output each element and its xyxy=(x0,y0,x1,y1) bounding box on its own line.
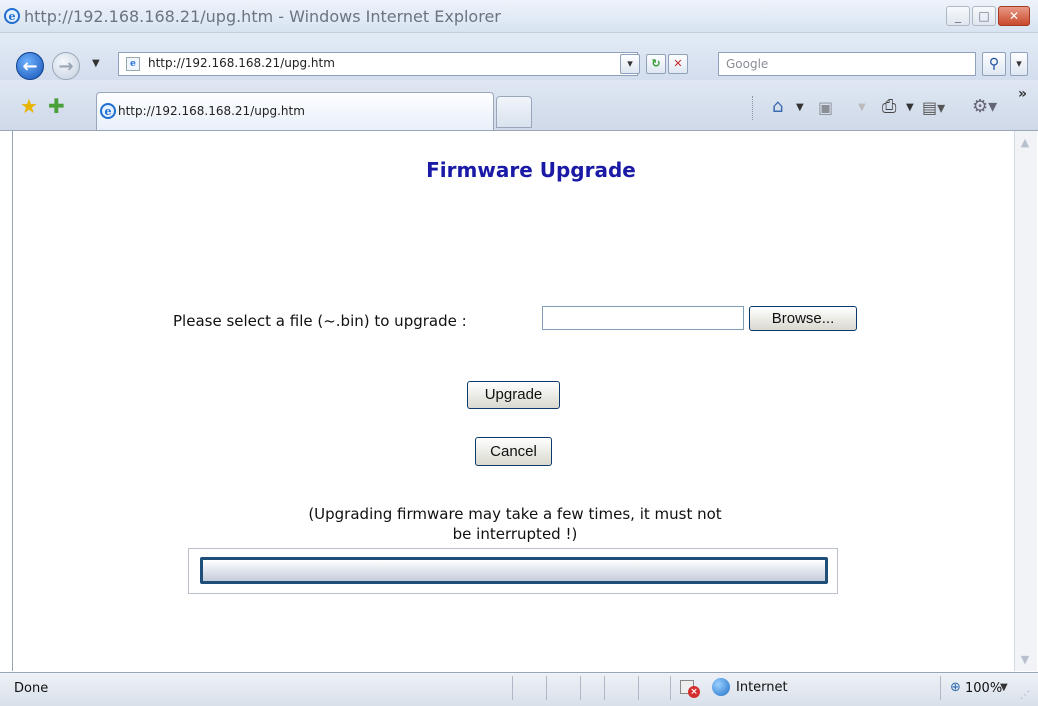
tab-title[interactable]: http://192.168.168.21/upg.htm xyxy=(118,104,305,118)
address-dropdown-icon[interactable]: ▾ xyxy=(620,54,640,74)
new-tab-button[interactable] xyxy=(496,96,532,128)
search-options-icon[interactable]: ▾ xyxy=(1010,52,1028,76)
feeds-dropdown-icon[interactable]: ▼ xyxy=(858,102,866,113)
cancel-button[interactable]: Cancel xyxy=(475,437,552,466)
stop-icon[interactable]: ✕ xyxy=(668,54,688,74)
scroll-down-icon[interactable]: ▼ xyxy=(1014,648,1036,672)
status-separator xyxy=(638,676,639,700)
forward-arrow-icon[interactable]: → xyxy=(52,52,80,80)
search-icon[interactable]: ⚲ xyxy=(982,52,1006,76)
zoom-magnifier-icon[interactable]: ⊕ xyxy=(950,680,961,695)
search-placeholder[interactable]: Google xyxy=(726,57,768,71)
upgrade-note: (Upgrading firmware may take a few times… xyxy=(250,504,780,544)
recent-pages-dropdown-icon[interactable]: ▼ xyxy=(92,58,100,69)
toolbar-separator xyxy=(752,96,754,120)
print-icon[interactable]: ⎙ xyxy=(882,96,896,117)
tab-favicon-icon: e xyxy=(100,103,116,119)
minimize-icon[interactable]: _ xyxy=(946,6,970,26)
status-text: Done xyxy=(14,681,49,696)
home-icon[interactable]: ⌂ xyxy=(772,96,783,117)
upgrade-progress-bar xyxy=(200,557,828,584)
tools-icon[interactable]: ⚙▾ xyxy=(972,96,997,117)
upgrade-note-line1: (Upgrading firmware may take a few times… xyxy=(308,505,722,523)
back-arrow-icon[interactable]: ← xyxy=(16,52,44,80)
window-title: http://192.168.168.21/upg.htm - Windows … xyxy=(24,7,501,26)
status-separator xyxy=(546,676,547,700)
internet-zone-globe-icon[interactable] xyxy=(712,678,730,696)
page-title: Firmware Upgrade xyxy=(426,158,636,182)
home-dropdown-icon[interactable]: ▼ xyxy=(796,102,804,113)
file-path-input[interactable] xyxy=(542,306,744,330)
refresh-icon[interactable]: ↻ xyxy=(646,54,666,74)
vertical-scrollbar[interactable] xyxy=(1014,131,1037,671)
ie-logo-icon: e xyxy=(4,8,20,24)
print-dropdown-icon[interactable]: ▼ xyxy=(906,102,914,113)
favorites-star-icon[interactable]: ★ xyxy=(20,94,38,118)
status-separator xyxy=(670,676,671,700)
page-favicon-icon: e xyxy=(126,57,140,71)
status-separator xyxy=(580,676,581,700)
page-icon[interactable]: ▤▾ xyxy=(922,98,945,117)
upgrade-note-line2: be interrupted !) xyxy=(452,525,578,543)
zoom-level[interactable]: 100% xyxy=(965,681,1002,696)
close-icon[interactable]: ✕ xyxy=(998,6,1030,26)
blocked-x-icon: × xyxy=(688,686,700,698)
zoom-dropdown-icon[interactable]: ▼ xyxy=(1000,682,1008,693)
status-separator xyxy=(940,676,941,700)
security-zone-label[interactable]: Internet xyxy=(736,680,788,695)
status-separator xyxy=(512,676,513,700)
address-url[interactable]: http://192.168.168.21/upg.htm xyxy=(148,56,335,70)
browse-button[interactable]: Browse... xyxy=(749,306,857,331)
feeds-icon[interactable]: ▣ xyxy=(818,98,833,117)
upgrade-button[interactable]: Upgrade xyxy=(467,381,560,409)
maximize-icon[interactable]: □ xyxy=(972,6,996,26)
add-favorite-icon[interactable]: ✚ xyxy=(48,94,65,118)
status-separator xyxy=(604,676,605,700)
file-select-label: Please select a file (~.bin) to upgrade … xyxy=(173,312,467,330)
scroll-up-icon[interactable]: ▲ xyxy=(1014,131,1036,155)
resize-grip-icon[interactable]: ⋰ xyxy=(1020,690,1030,701)
status-bar xyxy=(0,672,1038,706)
more-chevron-icon[interactable]: » xyxy=(1018,86,1027,102)
